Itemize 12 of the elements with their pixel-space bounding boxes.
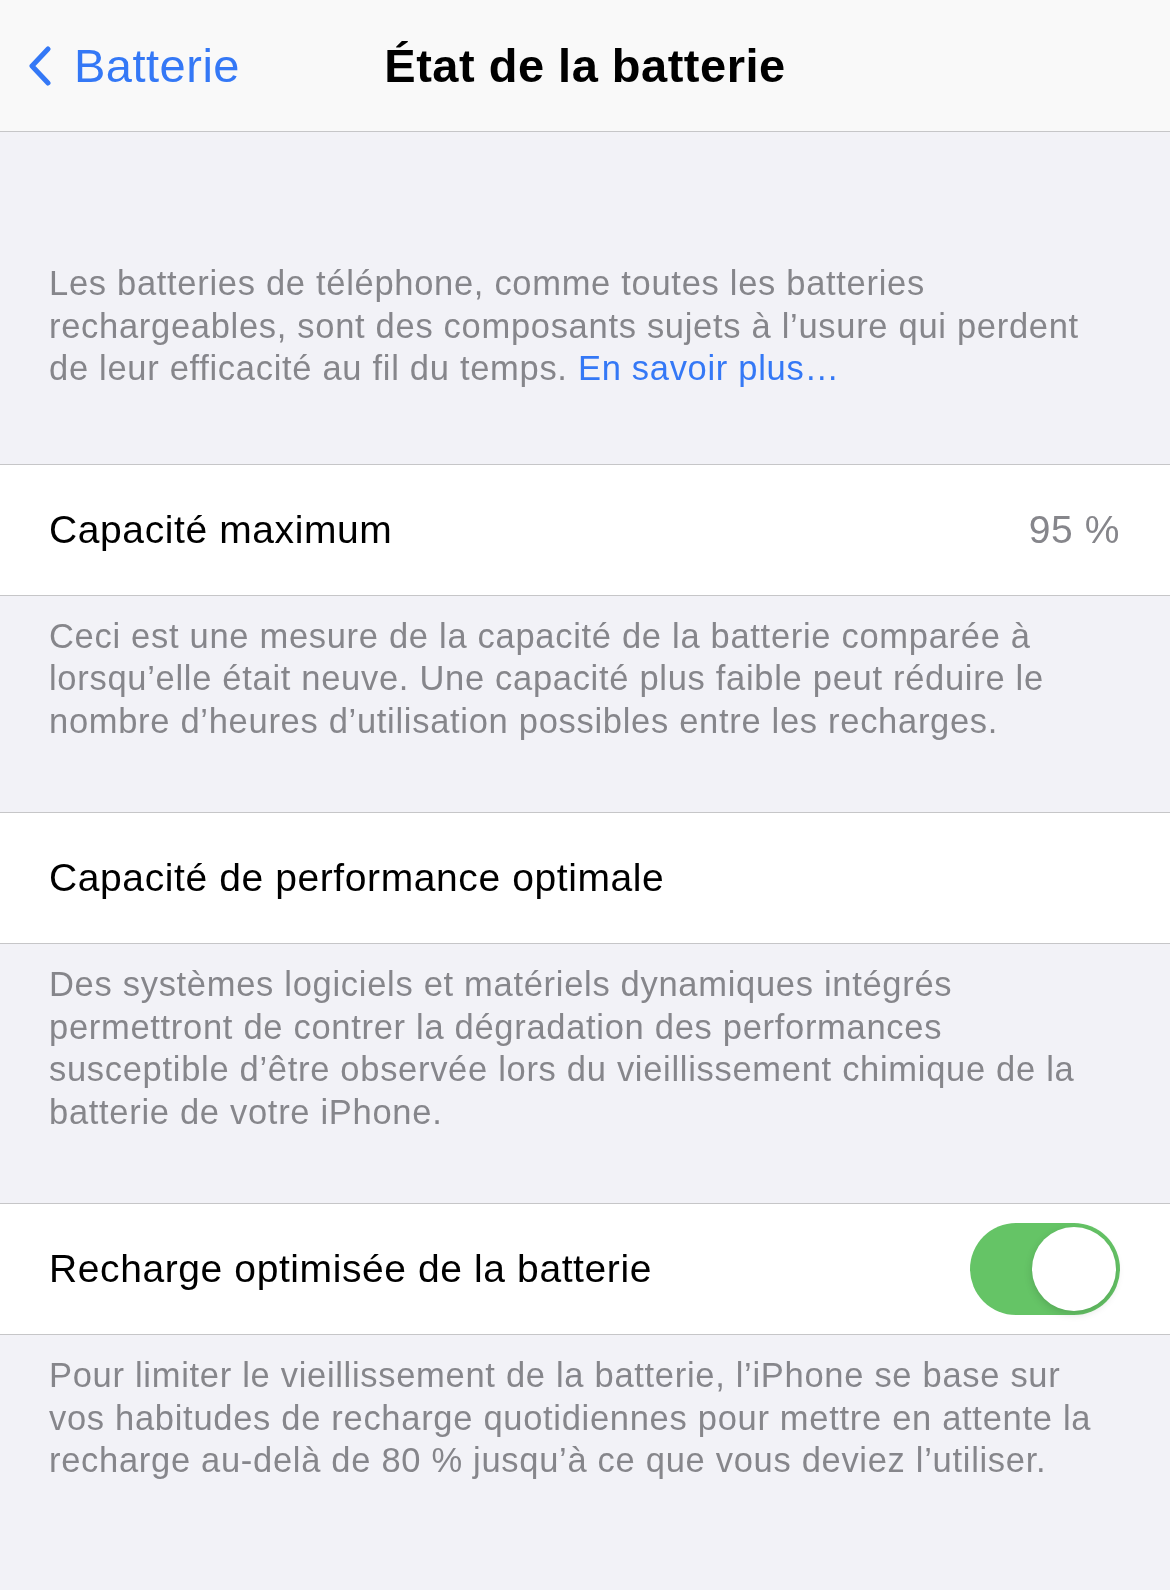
- section-footer-text: Pour limiter le vieillissement de la batterie, l’iPhone se base sur vos habitudes de recharge quotidiennes pour mettre en attente la recharge au-delà de 80 % jusqu’à ce que vous deviez l’utiliser.: [49, 1355, 1093, 1481]
- row-label: Recharge optimisée de la batterie: [49, 1247, 652, 1291]
- learn-more-link[interactable]: En savoir plus…: [577, 349, 840, 387]
- row-label: Capacité maximum: [49, 507, 393, 552]
- row-label: Capacité de performance optimale: [49, 856, 665, 900]
- section-footer-text: Ceci est une mesure de la capacité de la batterie comparée à lorsqu’elle était neuve. Une capacité plus faible peut réduire le nombre d’heures d’utilisation possibles entre les recharges.: [49, 615, 1045, 742]
- back-button[interactable]: Batterie: [0, 38, 240, 93]
- intro-text: Les batteries de téléphone, comme toutes les batteries rechargeables, sont des composants sujets à l’usure qui perdent de leur efficacité au fil du temps. En savoir plus…: [49, 263, 1080, 389]
- chevron-left-icon: [28, 45, 52, 86]
- section-footer-text: Des systèmes logiciels et matériels dynamiques intégrés permettront de contrer la dégradation des performances susceptible d’être observée lors du vieillissement chimique de la batterie de votre iPhone.: [49, 964, 1076, 1133]
- row-value: 95 %: [1028, 507, 1120, 552]
- screen-title: État de la batterie: [384, 38, 786, 93]
